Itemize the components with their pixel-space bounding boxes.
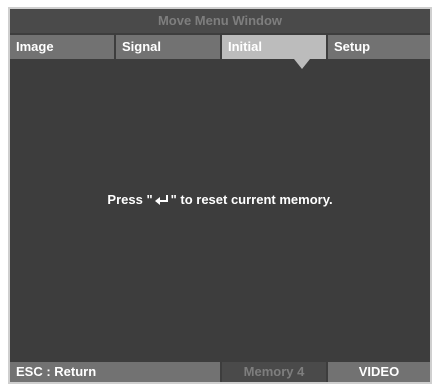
- tab-signal[interactable]: Signal: [116, 35, 220, 59]
- esc-return-hint[interactable]: ESC : Return: [10, 362, 220, 382]
- tab-initial[interactable]: Initial: [222, 35, 326, 59]
- memory-indicator: Memory 4: [222, 362, 326, 382]
- tab-image[interactable]: Image: [10, 35, 114, 59]
- enter-return-icon: [154, 194, 170, 210]
- reset-memory-message: Press " " to reset current memory.: [10, 192, 430, 210]
- input-source-indicator: VIDEO: [328, 362, 430, 382]
- window-title: Move Menu Window: [10, 9, 430, 33]
- menu-tabs: Image Signal Initial Setup: [10, 35, 430, 59]
- tab-setup[interactable]: Setup: [328, 35, 430, 59]
- selected-tab-pointer-icon: [294, 59, 310, 69]
- message-text-before: Press ": [107, 192, 153, 207]
- status-bar: ESC : Return Memory 4 VIDEO: [10, 362, 430, 382]
- message-text-after: " to reset current memory.: [170, 192, 333, 207]
- menu-window: Move Menu Window Image Signal Initial Se…: [8, 7, 432, 384]
